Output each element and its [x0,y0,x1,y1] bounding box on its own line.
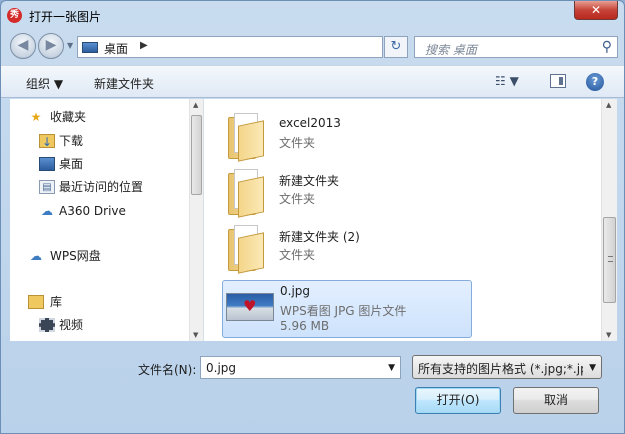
cancel-button[interactable]: 取消 [513,387,599,414]
scroll-down-icon[interactable]: ▼ [193,331,198,339]
address-location[interactable]: 桌面 [104,40,128,57]
search-placeholder: 搜索 桌面 [425,43,477,57]
scroll-up-icon[interactable]: ▲ [606,101,611,109]
title-bar: 秀 打开一张图片 ✕ [1,1,624,29]
star-icon: ★ [30,110,42,124]
dialog-footer: 文件名(N): 0.jpg ▼ 所有支持的图片格式 (*.jpg;*.jp ▼ … [1,342,624,434]
file-type: 文件夹 [279,136,316,150]
help-icon[interactable]: ? [586,73,604,91]
navigation-bar: ◀ ▶ ▼ 桌面 ▶ ▼ ↻ 搜索 桌面 ⚲ [1,31,624,63]
sidebar-item-label: 下载 [59,134,84,148]
file-name: excel2013 [279,116,341,130]
file-name: 0.jpg [280,284,311,298]
refresh-button[interactable]: ↻ [384,36,408,58]
command-toolbar: 组织 ▼ 新建文件夹 ☷ ▼ ? [1,65,624,98]
desktop-icon [39,157,55,171]
search-input[interactable]: 搜索 桌面 ⚲ [414,36,618,58]
new-folder-button[interactable]: 新建文件夹 [94,75,154,92]
file-type-value: 所有支持的图片格式 (*.jpg;*.jp [418,362,583,376]
library-folder-icon [28,295,44,309]
chevron-down-icon[interactable]: ▼ [589,363,596,373]
file-list: excel2013 文件夹 新建文件夹 文件夹 新建文件夹 (2) 文件夹 ♥ … [204,99,601,341]
file-list-scrollbar[interactable]: ▲ ▼ [601,99,617,341]
sidebar-item-label: A360 Drive [59,204,126,218]
dialog-title: 打开一张图片 [29,10,102,24]
list-item[interactable]: 新建文件夹 (2) 文件夹 [222,223,472,275]
sidebar-item-label: 桌面 [59,157,84,171]
search-icon[interactable]: ⚲ [602,39,612,55]
sidebar-item-label: 最近访问的位置 [59,180,144,194]
open-image-dialog: 秀 打开一张图片 ✕ ◀ ▶ ▼ 桌面 ▶ ▼ ↻ 搜索 桌面 ⚲ 组织 ▼ 新… [0,0,625,434]
folder-icon [228,225,264,274]
preview-pane-icon[interactable] [550,74,566,88]
scroll-thumb[interactable] [191,115,202,195]
forward-button[interactable]: ▶ [38,33,64,59]
recent-pages-chevron-icon[interactable]: ▼ [67,41,73,50]
a360-cloud-icon: ☁ [41,204,53,218]
scroll-up-icon[interactable]: ▲ [193,101,198,109]
recent-places-icon: ▤ [39,180,55,194]
app-logo-icon: 秀 [7,8,22,23]
filename-field[interactable]: 0.jpg ▼ [200,356,401,379]
scroll-thumb[interactable] [603,217,616,303]
open-button[interactable]: 打开(O) [415,387,501,414]
filename-value[interactable]: 0.jpg [206,361,236,375]
address-bar[interactable]: 桌面 ▶ ▼ [77,36,452,58]
file-name: 新建文件夹 (2) [279,230,360,244]
cloud-icon: ☁ [30,249,42,263]
sidebar-item-label: 视频 [59,318,84,332]
sidebar-item-label: 收藏夹 [50,110,87,124]
file-name: 新建文件夹 [279,174,340,188]
folder-icon [228,169,264,218]
sidebar-item-label: 库 [50,295,63,309]
close-button[interactable]: ✕ [574,1,618,20]
breadcrumb-chevron-icon[interactable]: ▶ [140,40,148,51]
view-options-button[interactable]: ☷ ▼ [495,74,527,90]
video-film-icon [39,318,55,332]
sidebar-scrollbar[interactable]: ▲ ▼ [189,99,203,341]
organize-button[interactable]: 组织 ▼ [26,75,63,92]
folder-icon [228,113,264,162]
sidebar-item-label: WPS网盘 [50,249,101,263]
file-size: 5.96 MB [280,319,330,333]
back-button[interactable]: ◀ [10,33,36,59]
file-type: WPS看图 JPG 图片文件 [280,304,407,318]
list-item[interactable]: 新建文件夹 文件夹 [222,167,472,219]
desktop-icon [82,42,98,53]
chevron-down-icon[interactable]: ▼ [388,363,395,373]
file-type: 文件夹 [279,248,316,262]
navigation-pane: ★ 收藏夹 ↓ 下载 桌面 ▤ 最近访问的位置 ☁ A360 Drive ☁ W… [10,99,204,341]
list-item-selected[interactable]: ♥ 0.jpg WPS看图 JPG 图片文件 5.96 MB [222,280,472,338]
filename-label: 文件名(N): [138,363,197,377]
file-type-select[interactable]: 所有支持的图片格式 (*.jpg;*.jp ▼ [412,355,602,379]
file-type: 文件夹 [279,192,316,206]
list-item[interactable]: excel2013 文件夹 [222,111,472,163]
image-thumbnail: ♥ [226,293,274,321]
download-folder-icon: ↓ [39,134,55,149]
scroll-down-icon[interactable]: ▼ [606,331,611,339]
